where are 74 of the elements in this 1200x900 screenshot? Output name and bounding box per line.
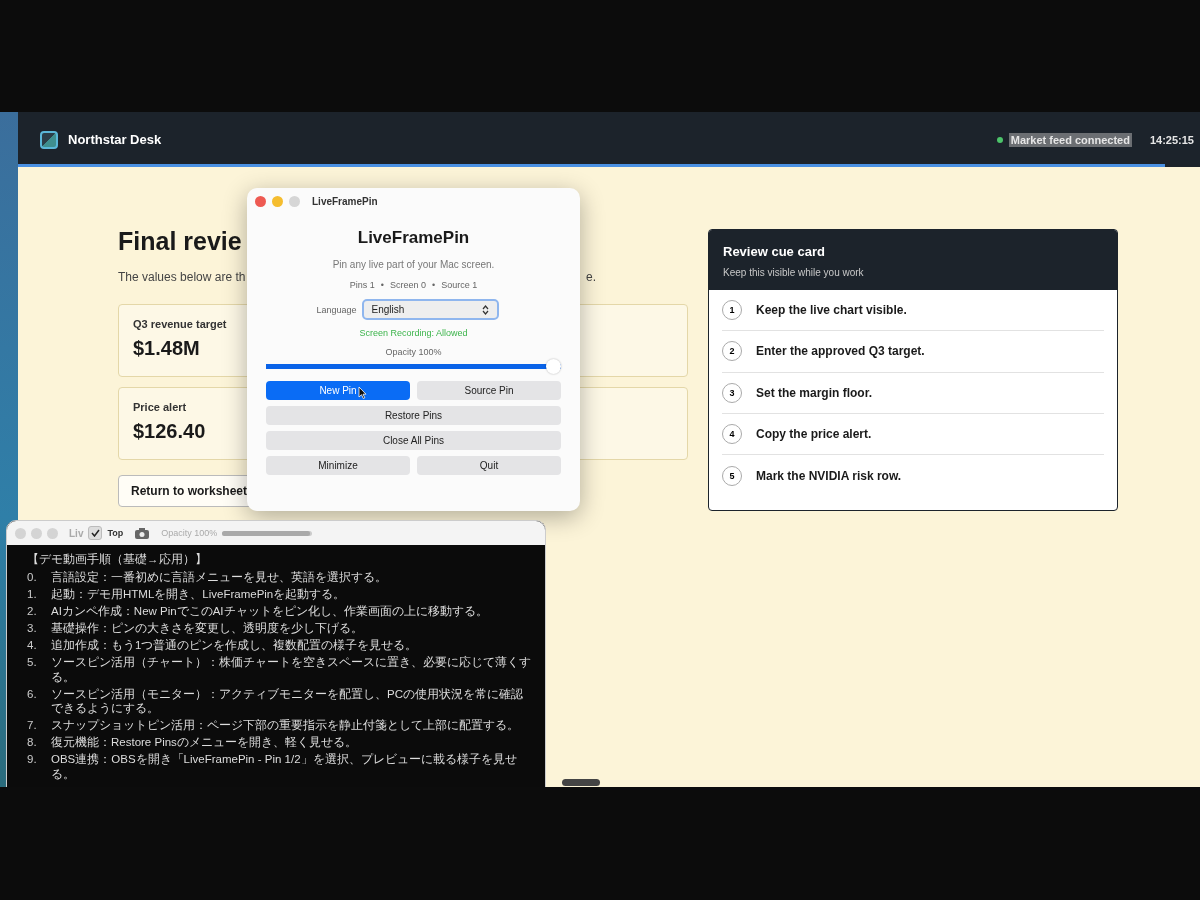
step-number: 9. <box>27 752 38 768</box>
dialog-button[interactable]: New Pin <box>266 381 410 400</box>
step-text: 復元機能：Restore Pinsのメニューを開き、軽く見せる。 <box>51 735 357 751</box>
opacity-label: Opacity 100% <box>161 528 218 538</box>
opacity-label: Opacity 100% <box>385 347 442 357</box>
step-number: 1. <box>27 586 38 602</box>
step-number: 2. <box>27 603 38 619</box>
metric-label: Q3 revenue target <box>133 318 227 330</box>
cue-card-title: Review cue card <box>723 244 826 259</box>
metric-value: $126.40 <box>133 420 206 443</box>
count-label: Screen 0 <box>389 280 426 290</box>
cue-card-subtitle: Keep this visible while you work <box>723 267 865 278</box>
step-text: Copy the price alert. <box>756 427 872 442</box>
opacity-slider[interactable] <box>222 530 313 536</box>
slider-thumb[interactable] <box>546 359 561 374</box>
camera-icon[interactable] <box>134 526 151 540</box>
metric-label: Price alert <box>133 401 187 413</box>
step-number: 3. <box>27 620 38 636</box>
dialog-tagline: Pin any live part of your Mac screen. <box>332 259 495 270</box>
chevron-up-down-icon <box>481 304 489 315</box>
zoom-icon[interactable] <box>289 195 300 207</box>
top-checkbox[interactable] <box>88 526 103 540</box>
step-text: スナップショットピン活用：ページ下部の重要指示を静止付箋として上部に配置する。 <box>51 718 519 734</box>
close-icon[interactable] <box>15 527 26 539</box>
zoom-icon[interactable] <box>47 527 58 539</box>
dialog-button[interactable]: Restore Pins <box>266 406 561 425</box>
separator-dot: • <box>380 280 384 290</box>
page-subtitle: The values below are th <box>118 270 246 284</box>
dialog-button[interactable]: Minimize <box>266 456 410 475</box>
dialog-button[interactable]: Quit <box>417 456 561 475</box>
notes-title: 【デモ動画手順（基礎→応用）】 <box>27 552 208 567</box>
close-icon[interactable] <box>255 195 266 207</box>
logo-icon <box>40 130 58 149</box>
step-text: 起動：デモ用HTMLを開き、LiveFramePinを起動する。 <box>51 586 346 602</box>
step-text: Mark the NVIDIA risk row. <box>756 468 902 483</box>
language-label: Language <box>316 304 357 315</box>
connection-status: Market feed connected <box>1008 132 1132 147</box>
page-subtitle-end: e. <box>586 270 596 284</box>
step-text: 基礎操作：ピンの大きさを変更し、透明度を少し下げる。 <box>51 620 363 636</box>
count-label: Pins 1 <box>349 280 375 290</box>
metric-value: $1.48M <box>133 337 200 360</box>
step-text: AIカンペ作成：New PinでこのAIチャットをピン化し、作業画面の上に移動する。 <box>51 603 488 619</box>
step-text: 言語設定：一番初めに言語メニューを見せ、英語を選択する。 <box>51 569 387 585</box>
language-select[interactable]: English <box>361 299 499 320</box>
separator-dot: • <box>432 280 436 290</box>
minimize-icon[interactable] <box>272 195 283 207</box>
top-label: Top <box>107 528 124 538</box>
minimize-icon[interactable] <box>31 527 42 539</box>
permission-status: Screen Recording: Allowed <box>359 328 468 338</box>
dialog-button[interactable]: Close All Pins <box>266 431 561 450</box>
page-title: Final revie <box>118 227 242 256</box>
dialog-button[interactable]: Source Pin <box>417 381 561 400</box>
window-title: LiveFramePin <box>312 195 378 207</box>
step-number: 0. <box>27 569 38 585</box>
dock-handle[interactable] <box>562 779 600 786</box>
step-text: OBS連携：OBSを開き「LiveFramePin - Pin 1/2」を選択、プレビューに載る様子を見せる。 <box>51 752 518 783</box>
step-text: ソースピン活用（モニター）：アクティブモニターを配置し、PCの使用状況を常に確認できるようにする。 <box>51 686 524 717</box>
mouse-pointer-icon <box>358 386 367 399</box>
step-text: Set the margin floor. <box>756 385 872 400</box>
status-dot-icon <box>996 136 1003 143</box>
count-label: Source 1 <box>441 280 478 290</box>
step-number: 5. <box>27 654 38 670</box>
step-number: 7. <box>27 718 38 734</box>
clock-time: 14:25:15 <box>1149 133 1194 146</box>
window-title: Liv <box>69 527 84 539</box>
step-text: Enter the approved Q3 target. <box>756 344 925 359</box>
step-number: 6. <box>27 686 38 702</box>
dialog-heading: LiveFramePin <box>357 228 470 248</box>
step-number: 8. <box>27 735 38 751</box>
step-text: 追加作成：もう1つ普通のピンを作成し、複数配置の様子を見せる。 <box>51 637 418 653</box>
step-text: Keep the live chart visible. <box>756 303 907 318</box>
app-title: Northstar Desk <box>68 132 163 147</box>
step-text: ソースピン活用（チャート）：株価チャートを空きスペースに置き、必要に応じて薄くする。 <box>51 654 531 685</box>
step-number: 4. <box>27 637 38 653</box>
